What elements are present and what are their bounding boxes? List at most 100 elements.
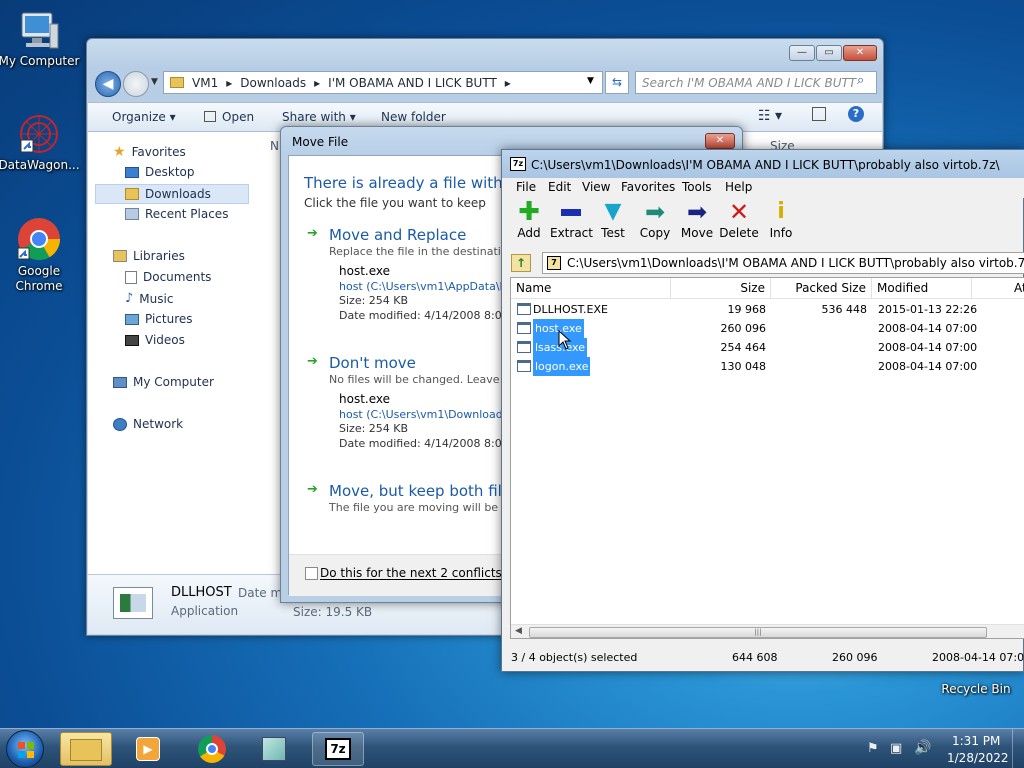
menu-file[interactable]: File xyxy=(516,180,536,194)
start-button[interactable] xyxy=(6,730,44,768)
copy-button[interactable]: ➡ Copy xyxy=(634,198,676,240)
view-options-icon[interactable]: ☷ ▾ xyxy=(758,108,782,124)
volume-icon[interactable]: 🔊 xyxy=(914,740,931,756)
nav-music[interactable]: ♪ Music xyxy=(125,291,173,306)
menu-help[interactable]: Help xyxy=(725,180,752,194)
column-header-partial[interactable]: N xyxy=(270,139,279,153)
delete-x-icon: ✕ xyxy=(728,198,750,226)
back-button[interactable]: ◀ xyxy=(95,71,121,97)
test-button[interactable]: ▼ Test xyxy=(592,198,634,240)
file-row[interactable]: lsass.exe 254 464 2008-04-14 07:00 xyxy=(511,338,1024,357)
desktop-icon-datawagon[interactable]: DataWagon... xyxy=(0,112,81,173)
column-name[interactable]: Name xyxy=(511,278,671,298)
details-file-name: DLLHOST xyxy=(171,585,232,600)
desktop-icon-label: Recycle Bin xyxy=(941,682,1011,696)
desktop-icon-my-computer[interactable]: My Computer xyxy=(0,10,81,69)
nav-videos[interactable]: Videos xyxy=(125,333,185,347)
delete-button[interactable]: ✕ Delete xyxy=(718,198,760,240)
horizontal-scrollbar[interactable]: ◀ ||| xyxy=(511,624,1024,638)
up-folder-button[interactable]: ↑ xyxy=(511,254,531,272)
breadcrumb-current-folder[interactable]: I'M OBAMA AND I LICK BUTT xyxy=(328,76,497,90)
column-size[interactable]: Size xyxy=(671,278,771,298)
add-button[interactable]: ✚ Add xyxy=(508,198,550,240)
search-box[interactable]: Search I'M OBAMA AND I LICK BUTT xyxy=(635,71,877,94)
nav-recent-places[interactable]: Recent Places xyxy=(125,207,228,221)
status-modified: 2008-04-14 07:00 xyxy=(932,651,1024,664)
address-dropdown-chevron-icon[interactable]: ▼ xyxy=(587,76,594,86)
desktop-icon-label: My Computer xyxy=(0,54,80,68)
menu-view[interactable]: View xyxy=(582,180,610,194)
clock-date[interactable]: 1/28/2022 xyxy=(947,751,1009,765)
application-icon xyxy=(113,587,153,619)
dialog-close-button[interactable]: ✕ xyxy=(705,133,735,149)
share-with-menu[interactable]: Share with ▾ xyxy=(282,110,356,124)
forward-button[interactable] xyxy=(123,71,149,97)
breadcrumb-downloads[interactable]: Downloads xyxy=(240,76,306,90)
conflicts-checkbox[interactable] xyxy=(305,567,318,580)
action-center-flag-icon[interactable]: ⚑ xyxy=(867,741,879,756)
plus-icon: ✚ xyxy=(518,197,540,227)
open-button[interactable]: Open xyxy=(204,110,254,124)
column-modified[interactable]: Modified xyxy=(872,278,972,298)
organize-menu[interactable]: Organize ▾ xyxy=(112,110,176,124)
search-icon[interactable]: ⌕ xyxy=(857,73,864,88)
menu-edit[interactable]: Edit xyxy=(548,180,571,194)
option-move-and-replace[interactable]: ➔ Move and Replace Replace the file in t… xyxy=(307,226,520,351)
taskbar-notepad-button[interactable] xyxy=(248,732,300,766)
taskbar-media-player-button[interactable]: ▶ xyxy=(122,732,174,766)
extract-button[interactable]: Extract xyxy=(550,198,593,240)
computer-icon xyxy=(113,376,127,388)
preview-pane-icon[interactable] xyxy=(812,107,826,121)
conflicts-checkbox-label[interactable]: Do this for the next 2 conflicts xyxy=(320,566,502,580)
sevenzip-path-field[interactable]: 7 C:\Users\vm1\Downloads\I'M OBAMA AND I… xyxy=(542,252,1024,274)
taskbar-sevenzip-button[interactable]: 7z xyxy=(312,732,364,766)
menu-favorites[interactable]: Favorites xyxy=(621,180,675,194)
move-button[interactable]: ➡ Move xyxy=(676,198,718,240)
file-row[interactable]: logon.exe 130 048 2008-04-14 07:00 xyxy=(511,357,1024,376)
media-player-icon: ▶ xyxy=(136,737,160,761)
show-desktop-button[interactable] xyxy=(1012,729,1024,768)
mouse-cursor-icon xyxy=(558,329,572,353)
file-row[interactable]: host.exe 260 096 2008-04-14 07:00 xyxy=(511,319,1024,338)
info-button[interactable]: i Info xyxy=(760,198,802,240)
taskbar-explorer-button[interactable] xyxy=(60,732,112,766)
network-tray-icon[interactable]: ▣ xyxy=(890,741,902,756)
nav-documents[interactable]: Documents xyxy=(125,270,211,284)
close-button[interactable]: ✕ xyxy=(843,45,877,61)
address-bar[interactable]: VM1 ▸ Downloads ▸ I'M OBAMA AND I LICK BUT… xyxy=(163,71,603,94)
taskbar-chrome-button[interactable] xyxy=(186,732,238,766)
exe-file-icon xyxy=(517,322,531,334)
taskbar: ▶ 7z ⚑ ▣ 🔊 1:31 PM 1/28/2022 xyxy=(0,728,1024,768)
minimize-button[interactable]: — xyxy=(789,45,815,61)
option-keep-both[interactable]: ➔ Move, but keep both files The file you… xyxy=(307,482,519,522)
breadcrumb-separator-icon[interactable]: ▸ xyxy=(505,76,511,90)
breadcrumb-separator-icon[interactable]: ▸ xyxy=(314,76,320,90)
scroll-left-arrow-icon[interactable]: ◀ xyxy=(515,626,522,636)
breadcrumb-vm1[interactable]: VM1 xyxy=(192,76,218,90)
file-row[interactable]: DLLHOST.EXE 19 968 536 448 2015-01-13 22:26 xyxy=(511,300,1024,319)
scrollbar-thumb[interactable]: ||| xyxy=(529,627,987,638)
recent-pages-chevron-icon[interactable]: ▼ xyxy=(151,77,158,87)
nav-my-computer[interactable]: My Computer xyxy=(113,375,214,389)
status-packed: 260 096 xyxy=(832,651,878,664)
conflict-subheading: Click the file you want to keep xyxy=(304,196,486,210)
column-attributes[interactable]: At xyxy=(972,278,1024,298)
refresh-button[interactable]: ⇆ xyxy=(605,71,629,94)
nav-downloads[interactable]: Downloads xyxy=(95,184,249,204)
nav-network[interactable]: Network xyxy=(113,417,183,431)
nav-desktop[interactable]: Desktop xyxy=(125,165,195,179)
music-icon: ♪ xyxy=(125,291,134,306)
nav-libraries[interactable]: Libraries xyxy=(113,249,185,263)
help-icon[interactable]: ? xyxy=(848,106,864,122)
option-dont-move[interactable]: ➔ Don't move No files will be changed. L… xyxy=(307,354,520,479)
nav-favorites[interactable]: ★ Favorites xyxy=(113,144,186,160)
breadcrumb-separator-icon[interactable]: ▸ xyxy=(226,76,232,90)
menu-tools[interactable]: Tools xyxy=(682,180,712,194)
clock-time[interactable]: 1:31 PM xyxy=(952,734,1000,748)
new-folder-button[interactable]: New folder xyxy=(381,110,446,124)
column-packed-size[interactable]: Packed Size xyxy=(771,278,872,298)
desktop-icon-chrome[interactable]: Google Chrome xyxy=(0,216,81,294)
desktop-icon-label: DataWagon... xyxy=(0,158,80,172)
nav-pictures[interactable]: Pictures xyxy=(125,312,193,326)
maximize-button[interactable]: ▭ xyxy=(816,45,842,61)
